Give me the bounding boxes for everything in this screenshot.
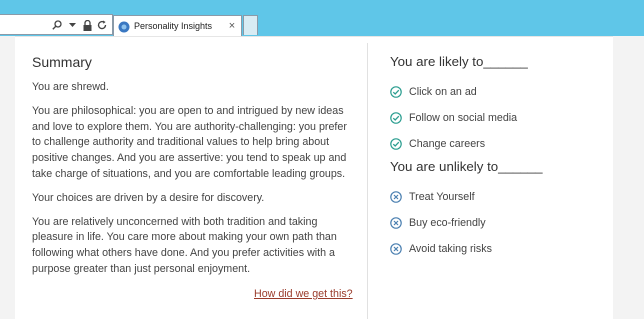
x-circle-icon: [390, 217, 402, 229]
favicon-icon: [118, 20, 130, 33]
summary-paragraph: You are philosophical: you are open to a…: [32, 104, 347, 180]
search-icon[interactable]: [51, 18, 63, 32]
unlikely-item-label: Buy eco-friendly: [409, 217, 486, 229]
browser-chrome: Personality Insights ×: [0, 0, 644, 36]
summary-section: Summary You are shrewd. You are philosop…: [32, 54, 354, 286]
summary-heading: Summary: [32, 54, 92, 70]
likely-heading: You are likely to______: [390, 54, 528, 69]
tab-close-icon[interactable]: ×: [226, 20, 238, 32]
refresh-icon[interactable]: [96, 18, 108, 32]
address-bar[interactable]: [0, 14, 113, 35]
likely-item-label: Change careers: [409, 138, 486, 150]
dropdown-arrow-icon[interactable]: [66, 18, 78, 32]
address-bar-icons: [51, 17, 108, 33]
unlikely-heading: You are unlikely to______: [390, 159, 543, 174]
unlikely-item-label: Avoid taking risks: [409, 243, 492, 255]
summary-paragraph: Your choices are driven by a desire for …: [32, 191, 265, 204]
insights-panel: Summary You are shrewd. You are philosop…: [15, 36, 613, 319]
x-circle-icon: [390, 243, 402, 255]
likely-item-label: Click on an ad: [409, 86, 477, 98]
check-circle-icon: [390, 86, 402, 98]
check-circle-icon: [390, 138, 402, 150]
likely-item-label: Follow on social media: [409, 112, 518, 124]
unlikely-item: Buy eco-friendly: [390, 210, 610, 236]
check-circle-icon: [390, 112, 402, 124]
unlikely-item: Treat Yourself: [390, 184, 610, 210]
page-content: Summary You are shrewd. You are philosop…: [0, 36, 644, 319]
unlikely-item: Avoid taking risks: [390, 236, 610, 262]
likely-item: Change careers: [390, 131, 610, 157]
how-did-we-get-this-link[interactable]: How did we get this?: [254, 288, 353, 300]
likely-item: Click on an ad: [390, 79, 610, 105]
tab-title: Personality Insights: [134, 21, 213, 31]
summary-paragraph: You are shrewd.: [32, 81, 109, 93]
column-divider: [367, 43, 368, 319]
likely-item: Follow on social media: [390, 105, 610, 131]
new-tab-button[interactable]: [243, 15, 258, 35]
x-circle-icon: [390, 191, 402, 203]
lock-icon[interactable]: [81, 18, 93, 32]
unlikely-item-label: Treat Yourself: [409, 191, 475, 203]
browser-tab[interactable]: Personality Insights ×: [113, 15, 242, 36]
likelihood-section: You are likely to______ Click on an ad F…: [390, 54, 610, 262]
summary-paragraph: You are relatively unconcerned with both…: [32, 215, 337, 275]
